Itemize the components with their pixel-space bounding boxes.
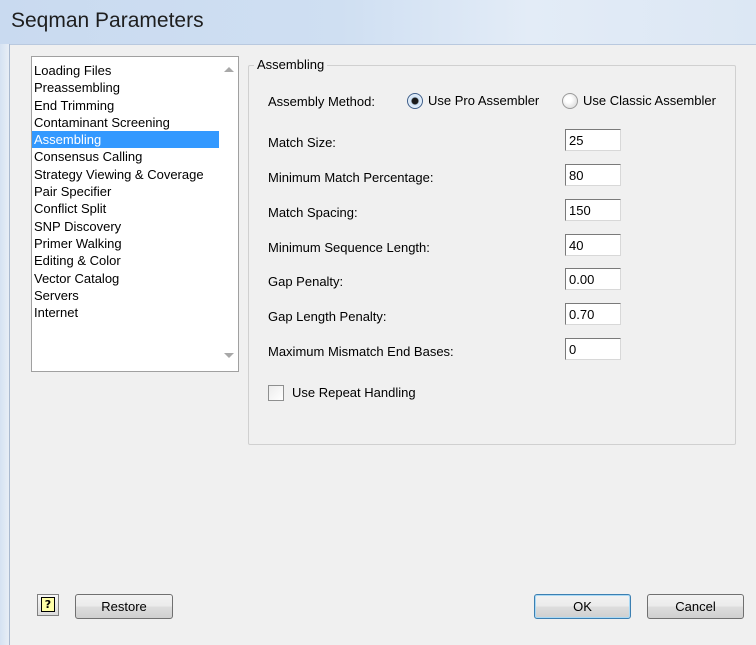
gap-penalty-label: Gap Penalty:	[268, 274, 344, 289]
category-item-end-trimming[interactable]: End Trimming	[32, 97, 219, 114]
gap-length-penalty-label: Gap Length Penalty:	[268, 309, 387, 324]
category-item-strategy-viewing[interactable]: Strategy Viewing & Coverage	[32, 166, 219, 183]
max-mismatch-end-bases-field[interactable]	[565, 338, 621, 360]
category-item-primer-walking[interactable]: Primer Walking	[32, 235, 219, 252]
match-size-field[interactable]	[565, 129, 621, 151]
category-item-preassembling[interactable]: Preassembling	[32, 79, 219, 96]
category-item-conflict-split[interactable]: Conflict Split	[32, 200, 219, 217]
min-sequence-length-field[interactable]	[565, 234, 621, 256]
ok-button[interactable]: OK	[534, 594, 631, 619]
category-item-consensus-calling[interactable]: Consensus Calling	[32, 148, 219, 165]
pro-assembler-radio[interactable]	[407, 93, 423, 109]
assembly-method-label: Assembly Method:	[268, 94, 375, 109]
match-spacing-field[interactable]	[565, 199, 621, 221]
category-item-loading-files[interactable]: Loading Files	[32, 62, 219, 79]
category-item-editing-color[interactable]: Editing & Color	[32, 252, 219, 269]
scroll-down-icon[interactable]	[224, 353, 234, 358]
classic-assembler-label[interactable]: Use Classic Assembler	[583, 93, 716, 108]
window-frame-left	[0, 44, 10, 645]
max-mismatch-end-bases-label: Maximum Mismatch End Bases:	[268, 344, 454, 359]
classic-assembler-radio[interactable]	[562, 93, 578, 109]
min-match-percentage-field[interactable]	[565, 164, 621, 186]
category-item-assembling[interactable]: Assembling	[32, 131, 219, 149]
window-title: Seqman Parameters	[11, 9, 204, 32]
category-list[interactable]: Loading Files Preassembling End Trimming…	[31, 56, 239, 372]
gap-length-penalty-field[interactable]	[565, 303, 621, 325]
category-item-pair-specifier[interactable]: Pair Specifier	[32, 183, 219, 200]
gap-penalty-field[interactable]	[565, 268, 621, 290]
scroll-up-icon[interactable]	[224, 67, 234, 72]
match-size-label: Match Size:	[268, 135, 336, 150]
cancel-button[interactable]: Cancel	[647, 594, 744, 619]
match-spacing-label: Match Spacing:	[268, 205, 358, 220]
groupbox-title: Assembling	[254, 57, 328, 72]
category-list-scrollbar[interactable]	[220, 57, 238, 371]
pro-assembler-label[interactable]: Use Pro Assembler	[428, 93, 539, 108]
help-button[interactable]: ?	[37, 594, 59, 616]
help-icon: ?	[41, 597, 55, 612]
category-item-internet[interactable]: Internet	[32, 304, 219, 321]
restore-button[interactable]: Restore	[75, 594, 173, 619]
category-item-snp-discovery[interactable]: SNP Discovery	[32, 218, 219, 235]
title-bar[interactable]: Seqman Parameters	[0, 0, 756, 45]
category-item-servers[interactable]: Servers	[32, 287, 219, 304]
min-match-percentage-label: Minimum Match Percentage:	[268, 170, 434, 185]
category-item-contaminant-screening[interactable]: Contaminant Screening	[32, 114, 219, 131]
category-item-vector-catalog[interactable]: Vector Catalog	[32, 270, 219, 287]
min-sequence-length-label: Minimum Sequence Length:	[268, 240, 430, 255]
repeat-handling-checkbox[interactable]	[268, 385, 284, 401]
repeat-handling-label[interactable]: Use Repeat Handling	[292, 385, 416, 400]
